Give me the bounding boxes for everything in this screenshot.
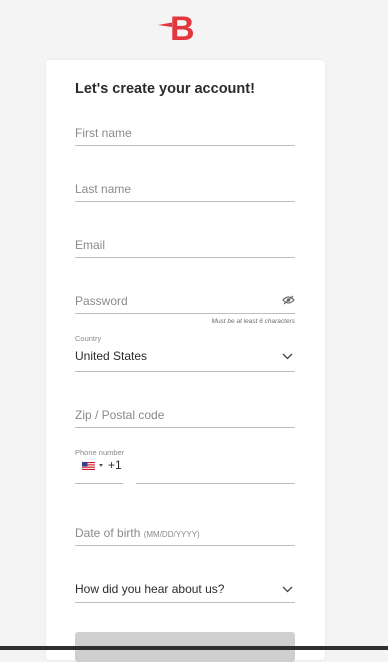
phone-field: Phone number +1 [75,448,295,484]
referral-underline [75,602,295,603]
email-underline [75,257,295,258]
dob-underline [75,545,295,546]
country-select[interactable]: Country United States [75,334,295,372]
country-value: United States [75,349,148,363]
eye-slash-icon[interactable] [282,295,295,305]
password-placeholder: Password [75,294,128,308]
first-name-field[interactable]: First name [75,124,295,146]
first-name-underline [75,145,295,146]
password-field[interactable]: Password [75,292,295,314]
email-field[interactable]: Email [75,236,295,258]
country-label: Country [75,334,102,343]
referral-placeholder: How did you hear about us? [75,582,225,596]
phone-underline [136,483,295,484]
password-underline [75,313,295,314]
country-underline [75,371,295,372]
caret-down-icon [99,464,103,467]
first-name-placeholder: First name [75,126,132,140]
dob-format-hint: (MM/DD/YYYY) [143,530,200,539]
referral-select[interactable]: How did you hear about us? [75,580,295,603]
signup-card: Let's create your account! First name La… [46,60,325,662]
last-name-placeholder: Last name [75,182,132,196]
country-code-select[interactable]: +1 [75,448,123,484]
dob-field[interactable]: Date of birth (MM/DD/YYYY) [75,524,295,546]
zip-placeholder: Zip / Postal code [75,408,165,422]
password-hint-row: Must be at least 6 characters [75,318,295,328]
password-hint: Must be at least 6 characters [211,318,295,325]
page-title: Let's create your account! [75,81,255,97]
phone-number-input[interactable] [136,448,295,484]
email-placeholder: Email [75,238,106,252]
bottom-bar [0,646,388,650]
brand-logo-icon: B [158,10,195,44]
last-name-underline [75,201,295,202]
zip-underline [75,427,295,428]
dial-code: +1 [108,458,122,472]
svg-text:B: B [170,10,195,44]
chevron-down-icon [282,586,293,593]
chevron-down-icon [282,353,293,360]
zip-field[interactable]: Zip / Postal code [75,406,295,428]
last-name-field[interactable]: Last name [75,180,295,202]
dob-placeholder: Date of birth (MM/DD/YYYY) [75,526,200,540]
dob-label: Date of birth [75,526,141,540]
us-flag-icon [82,462,95,470]
country-code-underline [75,483,123,484]
